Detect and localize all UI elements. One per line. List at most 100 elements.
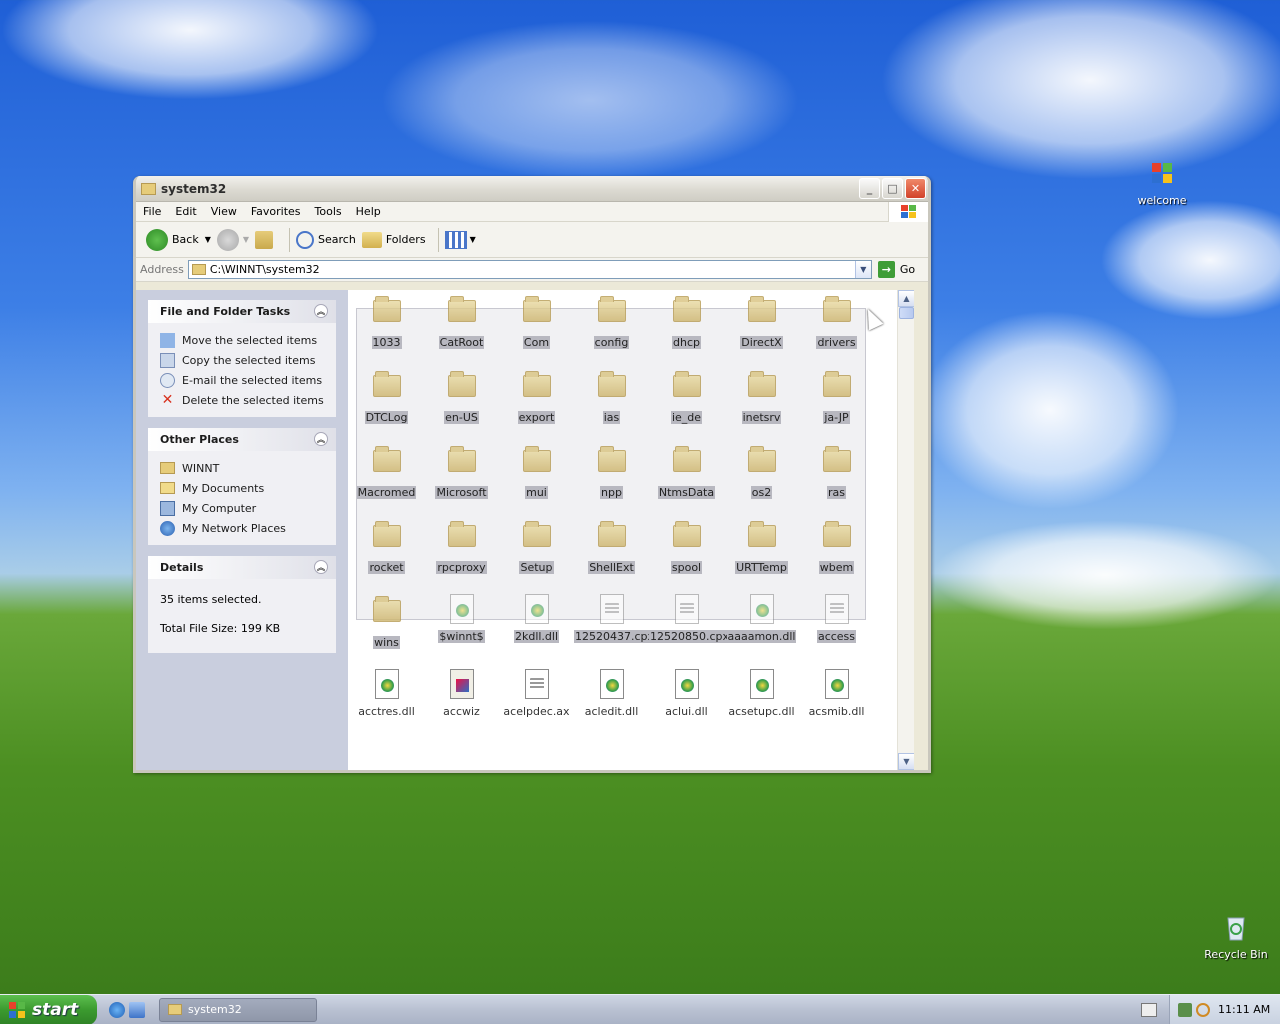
folder-item[interactable]: export <box>499 369 574 424</box>
scroll-thumb[interactable] <box>899 307 914 319</box>
search-icon[interactable] <box>1196 1002 1210 1017</box>
scroll-up-button[interactable]: ▲ <box>898 290 914 307</box>
collapse-icon[interactable]: ︽ <box>314 560 328 574</box>
file-item[interactable]: aaaamon.dll <box>724 594 799 643</box>
folder-item[interactable]: Microsoft <box>424 444 499 499</box>
menu-view[interactable]: View <box>204 205 244 218</box>
close-button[interactable]: ✕ <box>905 178 926 199</box>
folder-item[interactable]: config <box>574 294 649 349</box>
network-icon[interactable] <box>1178 1002 1192 1017</box>
task-copy[interactable]: Copy the selected items <box>160 350 336 370</box>
folder-item[interactable]: mui <box>499 444 574 499</box>
folder-item[interactable]: inetsrv <box>724 369 799 424</box>
folder-item[interactable]: Setup <box>499 519 574 574</box>
file-item[interactable]: acledit.dll <box>574 669 649 718</box>
menu-tools[interactable]: Tools <box>308 205 349 218</box>
file-item[interactable]: accwiz <box>424 669 499 718</box>
folder-item[interactable]: CatRoot <box>424 294 499 349</box>
folder-item[interactable]: 1033 <box>349 294 424 349</box>
place-label: My Computer <box>182 501 257 515</box>
folder-item[interactable]: wins <box>349 594 424 649</box>
desktop-icon-welcome[interactable]: welcome <box>1122 158 1202 207</box>
up-button[interactable] <box>255 230 277 249</box>
file-item[interactable]: $winnt$ <box>424 594 499 643</box>
forward-button[interactable]: ▼ <box>216 228 249 251</box>
folder-item[interactable]: en-US <box>424 369 499 424</box>
minimize-button[interactable]: _ <box>859 178 880 199</box>
show-desktop-icon[interactable] <box>129 1001 145 1018</box>
keyboard-icon[interactable] <box>1141 1002 1157 1017</box>
place-my-network-places[interactable]: My Network Places <box>160 518 336 538</box>
task-delete[interactable]: ✕ Delete the selected items <box>160 390 336 410</box>
collapse-icon[interactable]: ︽ <box>314 304 328 318</box>
panel-header[interactable]: Details ︽ <box>148 556 336 579</box>
folder-icon <box>446 521 478 557</box>
maximize-button[interactable]: □ <box>882 178 903 199</box>
place-my-documents[interactable]: My Documents <box>160 478 336 498</box>
address-input[interactable]: C:\WINNT\system32 ▼ <box>187 260 872 279</box>
folder-item[interactable]: os2 <box>724 444 799 499</box>
folders-button[interactable]: Folders <box>361 231 426 248</box>
collapse-icon[interactable]: ︽ <box>314 432 328 446</box>
panel-header[interactable]: Other Places ︽ <box>148 428 336 451</box>
item-label: 1033 <box>371 336 402 349</box>
vertical-scrollbar[interactable]: ▲ ▼ <box>897 290 914 770</box>
back-arrow-icon <box>146 228 168 251</box>
folder-item[interactable]: rpcproxy <box>424 519 499 574</box>
folder-item[interactable]: drivers <box>799 294 874 349</box>
folder-item[interactable]: DirectX <box>724 294 799 349</box>
file-item[interactable]: 12520850.cpx <box>649 594 731 643</box>
folder-item[interactable]: ie_de <box>649 369 724 424</box>
file-item[interactable]: access <box>799 594 874 643</box>
menu-edit[interactable]: Edit <box>168 205 203 218</box>
desktop-icon-recycle-bin[interactable]: Recycle Bin <box>1196 912 1276 961</box>
file-item[interactable]: 2kdll.dll <box>499 594 574 643</box>
file-list-view[interactable]: 1033 CatRoot Com config dhcp DirectX drivers DT… <box>348 290 914 770</box>
folder-item[interactable]: ShellExt <box>574 519 649 574</box>
item-label: 12520850.cpx <box>649 630 731 643</box>
back-button[interactable]: Back ▼ <box>146 228 211 251</box>
folder-item[interactable]: DTCLog <box>349 369 424 424</box>
file-item[interactable]: acsmib.dll <box>799 669 874 718</box>
folder-item[interactable]: spool <box>649 519 724 574</box>
place-my-computer[interactable]: My Computer <box>160 498 336 518</box>
folder-item[interactable]: wbem <box>799 519 874 574</box>
internet-explorer-icon[interactable] <box>109 1001 125 1018</box>
go-arrow-icon: → <box>877 261 895 278</box>
folder-item[interactable]: NtmsData <box>649 444 724 499</box>
file-item[interactable]: acsetupc.dll <box>724 669 799 718</box>
file-item[interactable]: acctres.dll <box>349 669 424 718</box>
folder-item[interactable]: ja-JP <box>799 369 874 424</box>
go-button[interactable]: → Go <box>877 261 915 278</box>
place-winnt[interactable]: WINNT <box>160 458 336 478</box>
item-label: dhcp <box>672 336 701 349</box>
clock[interactable]: 11:11 AM <box>1218 1003 1270 1016</box>
folder-item[interactable]: ras <box>799 444 874 499</box>
address-dropdown-button[interactable]: ▼ <box>854 261 871 278</box>
panel-header[interactable]: File and Folder Tasks ︽ <box>148 300 336 323</box>
item-label: acctres.dll <box>358 705 415 718</box>
menu-help[interactable]: Help <box>349 205 388 218</box>
folder-item[interactable]: Macromed <box>349 444 424 499</box>
system-file-icon <box>446 594 478 626</box>
task-move[interactable]: Move the selected items <box>160 330 336 350</box>
folder-item[interactable]: rocket <box>349 519 424 574</box>
folder-item[interactable]: ias <box>574 369 649 424</box>
title-bar[interactable]: system32 _ □ ✕ <box>136 176 928 202</box>
start-button[interactable]: start <box>0 994 97 1024</box>
task-email[interactable]: E-mail the selected items <box>160 370 336 390</box>
menu-file[interactable]: File <box>136 205 168 218</box>
views-button[interactable]: ▼ <box>444 230 476 249</box>
menu-favorites[interactable]: Favorites <box>244 205 308 218</box>
file-item[interactable]: 12520437.cpx <box>574 594 656 643</box>
file-item[interactable]: acelpdec.ax <box>499 669 574 718</box>
scroll-down-button[interactable]: ▼ <box>898 753 914 770</box>
folder-item[interactable]: URTTemp <box>724 519 799 574</box>
file-item[interactable]: aclui.dll <box>649 669 724 718</box>
folder-item[interactable]: dhcp <box>649 294 724 349</box>
folder-item[interactable]: npp <box>574 444 649 499</box>
folder-item[interactable]: Com <box>499 294 574 349</box>
search-button[interactable]: Search <box>296 230 356 249</box>
taskbar-button-system32[interactable]: system32 <box>159 997 317 1022</box>
item-label: acsmib.dll <box>808 705 865 718</box>
